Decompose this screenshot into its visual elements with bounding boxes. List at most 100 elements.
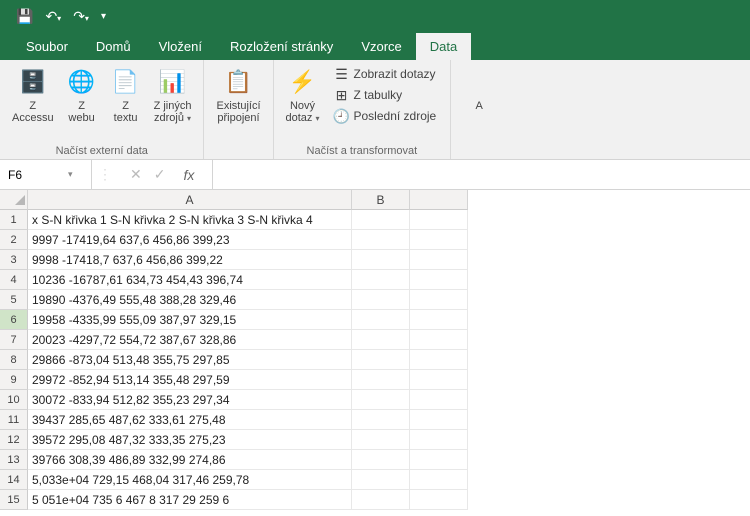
cell[interactable]: 19958 -4335,99 555,09 387,97 329,15 xyxy=(28,310,352,330)
row-header[interactable]: 3 xyxy=(0,250,28,270)
group-label xyxy=(210,143,266,159)
redo-icon[interactable]: ↷▾ xyxy=(69,8,93,25)
from-other-button[interactable]: 📊 Z jinýchzdrojů ▾ xyxy=(148,62,198,128)
cell[interactable] xyxy=(410,270,468,290)
cell[interactable] xyxy=(410,370,468,390)
from-web-button[interactable]: 🌐 Zwebu xyxy=(60,62,104,128)
save-icon[interactable]: 💾 xyxy=(12,8,37,25)
cell[interactable]: 30072 -833,94 512,82 355,23 297,34 xyxy=(28,390,352,410)
cell[interactable] xyxy=(352,270,410,290)
cell[interactable] xyxy=(410,470,468,490)
tab-vložení[interactable]: Vložení xyxy=(145,33,216,60)
cell[interactable] xyxy=(352,210,410,230)
cell[interactable]: 9998 -17418,7 637,6 456,86 399,22 xyxy=(28,250,352,270)
tab-soubor[interactable]: Soubor xyxy=(12,33,82,60)
cell[interactable]: 39437 285,65 487,62 333,61 275,48 xyxy=(28,410,352,430)
row-header[interactable]: 10 xyxy=(0,390,28,410)
cell[interactable] xyxy=(410,290,468,310)
cell[interactable] xyxy=(410,450,468,470)
cell[interactable] xyxy=(410,490,468,510)
cancel-icon[interactable]: ✕ xyxy=(130,166,142,183)
column-headers: AB xyxy=(28,190,750,210)
row-header[interactable]: 12 xyxy=(0,430,28,450)
fx-icon[interactable]: fx xyxy=(177,167,200,183)
cell[interactable] xyxy=(352,470,410,490)
row-header[interactable]: 13 xyxy=(0,450,28,470)
confirm-icon[interactable]: ✓ xyxy=(154,166,166,183)
name-box-input[interactable] xyxy=(0,168,62,182)
cell[interactable] xyxy=(352,310,410,330)
cell[interactable] xyxy=(410,390,468,410)
cell[interactable]: x S-N křivka 1 S-N křivka 2 S-N křivka 3… xyxy=(28,210,352,230)
table-row: 10236 -16787,61 634,73 454,43 396,74 xyxy=(28,270,750,290)
cell[interactable] xyxy=(410,330,468,350)
cell[interactable] xyxy=(410,350,468,370)
row-header[interactable]: 5 xyxy=(0,290,28,310)
ribbon-group-connections: 📋 Existujícípřipojení xyxy=(204,60,273,159)
table-row: 9998 -17418,7 637,6 456,86 399,22 xyxy=(28,250,750,270)
show-queries-button[interactable]: ☰Zobrazit dotazy xyxy=(330,64,441,84)
cell[interactable]: 29866 -873,04 513,48 355,75 297,85 xyxy=(28,350,352,370)
btn-label: Zwebu xyxy=(68,100,94,124)
partial-button[interactable]: A xyxy=(457,62,501,116)
row-header[interactable]: 2 xyxy=(0,230,28,250)
row-header[interactable]: 1 xyxy=(0,210,28,230)
row-header[interactable]: 6 xyxy=(0,310,28,330)
tab-vzorce[interactable]: Vzorce xyxy=(347,33,415,60)
formula-actions: ✕ ✓ fx xyxy=(118,160,213,189)
row-header[interactable]: 7 xyxy=(0,330,28,350)
cell[interactable]: 39572 295,08 487,32 333,35 275,23 xyxy=(28,430,352,450)
cell[interactable] xyxy=(352,410,410,430)
cell[interactable] xyxy=(352,430,410,450)
divider-icon: ⋮ xyxy=(92,166,118,183)
btn-label: Ztextu xyxy=(114,100,138,124)
table-row: 29972 -852,94 513,14 355,48 297,59 xyxy=(28,370,750,390)
cell[interactable]: 19890 -4376,49 555,48 388,28 329,46 xyxy=(28,290,352,310)
cell[interactable]: 10236 -16787,61 634,73 454,43 396,74 xyxy=(28,270,352,290)
select-all-corner[interactable] xyxy=(0,190,28,210)
column-header[interactable] xyxy=(410,190,468,210)
row-header[interactable]: 4 xyxy=(0,270,28,290)
cell[interactable]: 39766 308,39 486,89 332,99 274,86 xyxy=(28,450,352,470)
cell[interactable]: 29972 -852,94 513,14 355,48 297,59 xyxy=(28,370,352,390)
row-header[interactable]: 8 xyxy=(0,350,28,370)
cell[interactable] xyxy=(352,390,410,410)
from-text-button[interactable]: 📄 Ztextu xyxy=(104,62,148,128)
cell[interactable]: 5 051e+04 735 6 467 8 317 29 259 6 xyxy=(28,490,352,510)
undo-icon[interactable]: ↶▾ xyxy=(41,8,65,25)
cell[interactable] xyxy=(352,450,410,470)
chevron-down-icon[interactable]: ▾ xyxy=(62,169,79,180)
cell[interactable] xyxy=(352,290,410,310)
cell[interactable]: 9997 -17419,64 637,6 456,86 399,23 xyxy=(28,230,352,250)
from-table-button[interactable]: ⊞Z tabulky xyxy=(330,85,441,105)
cell[interactable] xyxy=(410,250,468,270)
cell[interactable] xyxy=(352,350,410,370)
row-header[interactable]: 9 xyxy=(0,370,28,390)
formula-input[interactable] xyxy=(213,160,750,189)
row-header[interactable]: 15 xyxy=(0,490,28,510)
cell[interactable] xyxy=(410,410,468,430)
tab-domů[interactable]: Domů xyxy=(82,33,145,60)
cell[interactable] xyxy=(410,310,468,330)
tab-rozložení-stránky[interactable]: Rozložení stránky xyxy=(216,33,347,60)
column-header[interactable]: B xyxy=(352,190,410,210)
recent-sources-button[interactable]: 🕘Poslední zdroje xyxy=(330,106,441,126)
customize-icon[interactable]: ▾ xyxy=(97,11,110,22)
tab-data[interactable]: Data xyxy=(416,33,471,60)
existing-connections-button[interactable]: 📋 Existujícípřipojení xyxy=(210,62,266,128)
row-header[interactable]: 11 xyxy=(0,410,28,430)
row-header[interactable]: 14 xyxy=(0,470,28,490)
new-query-button[interactable]: ⚡ Novýdotaz ▾ xyxy=(280,62,326,128)
cell[interactable] xyxy=(352,230,410,250)
cell[interactable] xyxy=(352,490,410,510)
column-header[interactable]: A xyxy=(28,190,352,210)
cell[interactable]: 5,033e+04 729,15 468,04 317,46 259,78 xyxy=(28,470,352,490)
cell[interactable] xyxy=(352,250,410,270)
cell[interactable] xyxy=(352,370,410,390)
cell[interactable] xyxy=(410,230,468,250)
cell[interactable] xyxy=(352,330,410,350)
cell[interactable]: 20023 -4297,72 554,72 387,67 328,86 xyxy=(28,330,352,350)
from-access-button[interactable]: 🗄️ ZAccessu xyxy=(6,62,60,128)
cell[interactable] xyxy=(410,430,468,450)
cell[interactable] xyxy=(410,210,468,230)
